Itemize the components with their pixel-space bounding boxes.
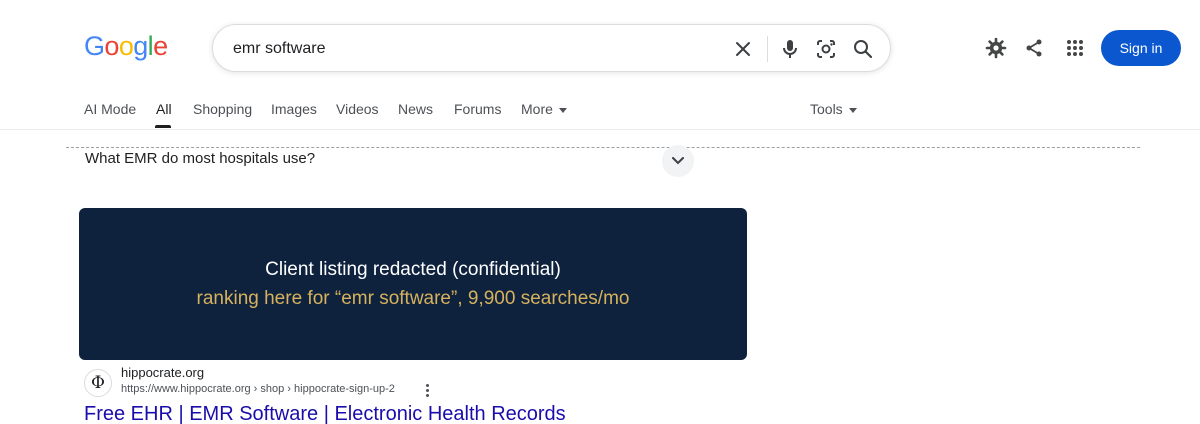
logo-letter: G [84,31,105,61]
search-box [212,24,891,72]
site-favicon: Φ [84,369,112,397]
tab-more[interactable]: More [521,101,567,117]
related-question[interactable]: What EMR do most hospitals use? [85,150,315,167]
caret-down-icon [848,107,857,113]
tab-more-label: More [521,101,553,117]
logo-letter: o [104,31,119,61]
tab-images[interactable]: Images [271,101,317,117]
result-site-name[interactable]: hippocrate.org [121,365,204,380]
result-title-link[interactable]: Free EHR | EMR Software | Electronic Hea… [84,403,566,424]
clear-icon[interactable] [731,37,755,61]
redacted-ranking-note: ranking here for “emr software”, 9,900 s… [196,288,630,309]
microphone-icon[interactable] [778,37,802,61]
apps-grid-icon[interactable] [1063,36,1087,60]
redacted-heading: Client listing redacted (confidential) [265,259,561,280]
search-icon[interactable] [851,37,875,61]
sign-in-button[interactable]: Sign in [1101,30,1181,66]
result-url[interactable]: https://www.hippocrate.org › shop › hipp… [121,383,395,395]
active-tab-indicator [155,125,171,128]
share-icon[interactable] [1022,36,1046,60]
tabs-divider [0,129,1200,130]
tab-ai-mode[interactable]: AI Mode [84,101,136,117]
logo-letter: g [133,31,148,61]
google-logo[interactable]: Google [84,31,168,62]
settings-gear-icon[interactable] [984,36,1008,60]
logo-letter: o [118,31,134,61]
expand-chevron-button[interactable] [662,145,694,177]
tab-forums[interactable]: Forums [454,101,501,117]
tab-all[interactable]: All [156,101,172,117]
search-divider [767,36,768,62]
chevron-down-icon [672,157,684,165]
tools-label: Tools [810,101,843,117]
tools-button[interactable]: Tools [810,101,857,117]
tab-news[interactable]: News [398,101,433,117]
tab-shopping[interactable]: Shopping [193,101,252,117]
search-input[interactable] [233,37,713,61]
more-options-icon[interactable] [420,381,434,399]
logo-letter: e [153,31,168,61]
caret-down-icon [558,107,567,113]
tab-videos[interactable]: Videos [336,101,379,117]
dashed-divider [66,147,1140,148]
camera-lens-icon[interactable] [814,37,838,61]
redacted-listing-banner: Client listing redacted (confidential) r… [79,208,747,360]
